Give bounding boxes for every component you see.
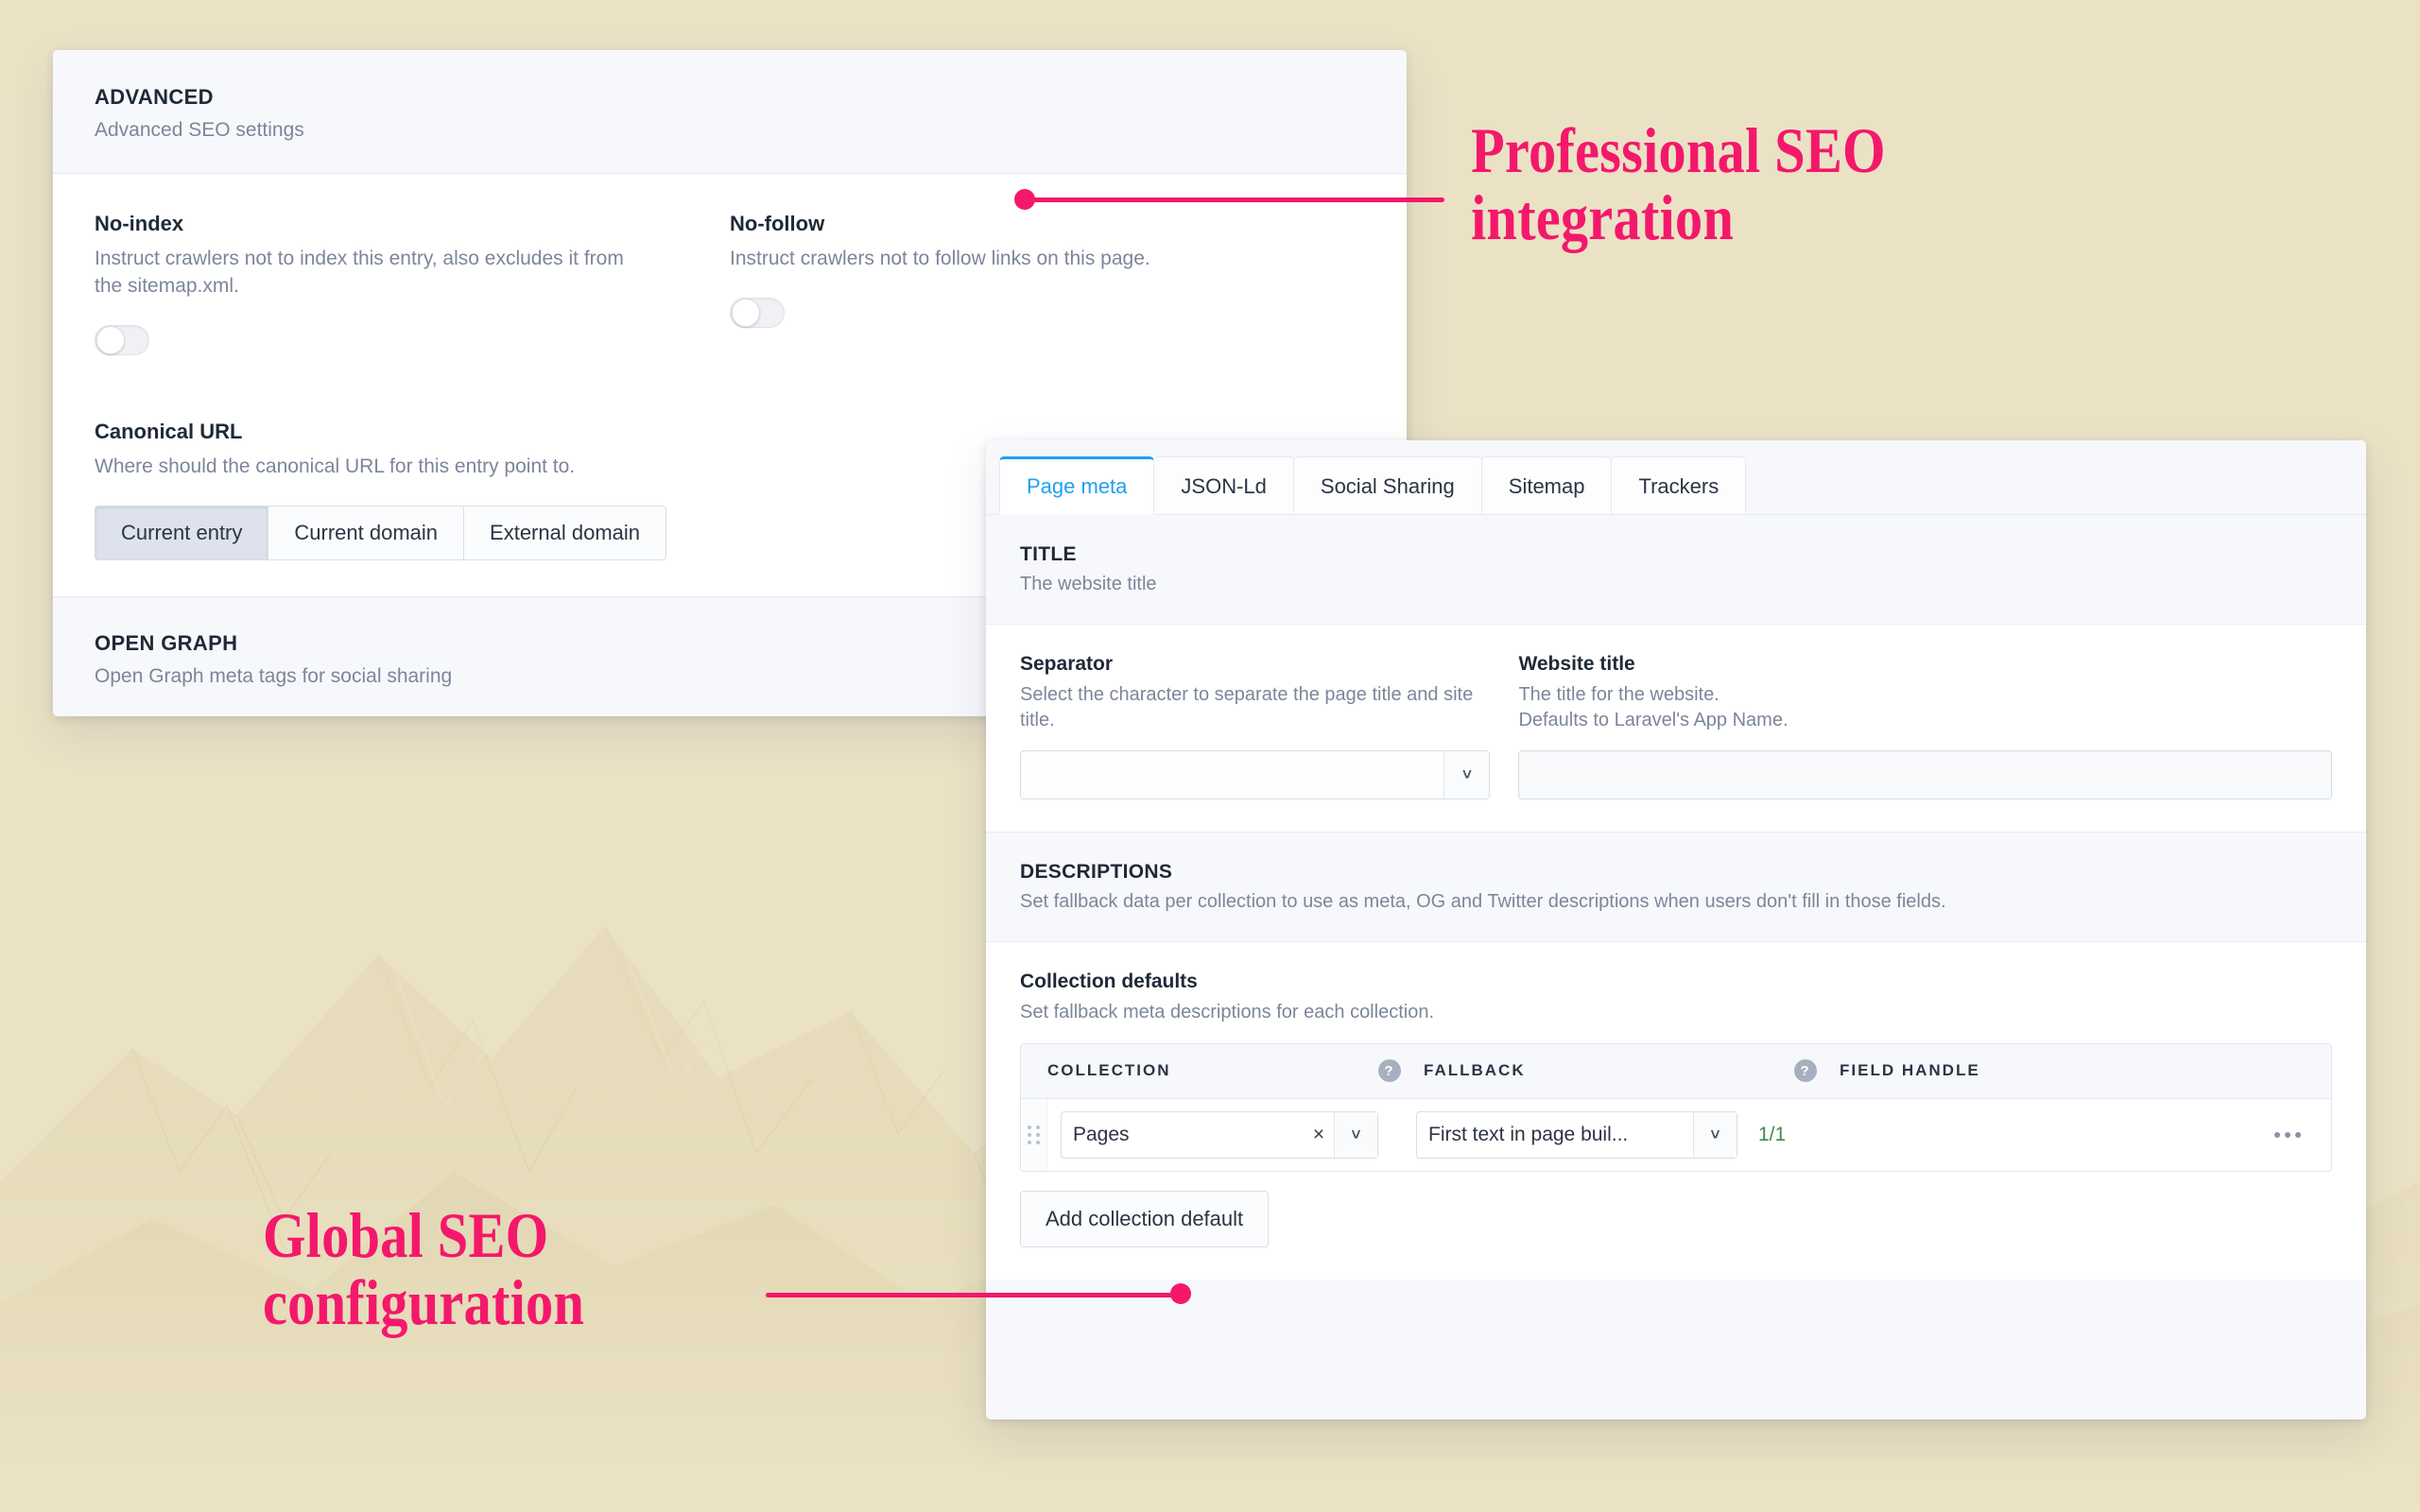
canonical-option-current-entry[interactable]: Current entry [95,506,268,560]
tab-page-meta[interactable]: Page meta [999,456,1154,515]
table-header-row: COLLECTION ? FALLBACK ? FIELD HANDLE [1021,1044,2331,1099]
title-section-heading: TITLE [1020,543,2332,566]
website-title-field: Website title The title for the website.… [1518,653,2332,799]
add-collection-default-button[interactable]: Add collection default [1020,1191,1269,1247]
chevron-down-icon: ˅ [1334,1112,1377,1158]
tab-bar: Page meta JSON-Ld Social Sharing Sitemap… [986,440,2366,514]
annotation-global-seo: Global SEO configuration [263,1202,584,1337]
tab-social-sharing[interactable]: Social Sharing [1293,456,1482,515]
fallback-value: First text in page buil... [1417,1112,1693,1158]
descriptions-section-header: DESCRIPTIONS Set fallback data per colle… [986,832,2366,942]
advanced-section-header: ADVANCED Advanced SEO settings [53,50,1407,174]
ellipsis-icon[interactable] [2265,1123,2310,1147]
collection-select[interactable]: Pages × ˅ [1061,1111,1378,1159]
tab-panel-page-meta: TITLE The website title Separator Select… [986,514,2366,1280]
tab-json-ld[interactable]: JSON-Ld [1153,456,1293,515]
separator-help: Select the character to separate the pag… [1020,682,1490,733]
collection-defaults-label: Collection defaults [1020,971,2332,993]
page-meta-card: Page meta JSON-Ld Social Sharing Sitemap… [986,440,2366,1419]
website-title-input[interactable] [1518,750,2332,799]
column-label-fallback: FALLBACK [1424,1061,1526,1080]
website-title-help: The title for the website. Defaults to L… [1518,682,2332,733]
column-header-fallback: ? FALLBACK [1378,1059,1794,1082]
annotation-leader-dot-1 [1014,189,1035,210]
no-index-help: Instruct crawlers not to index this entr… [95,246,624,301]
canonical-option-current-domain[interactable]: Current domain [268,506,463,560]
title-fields-body: Separator Select the character to separa… [986,625,2366,832]
no-follow-label: No-follow [730,212,1365,236]
separator-label: Separator [1020,653,1490,676]
separator-value [1021,751,1443,799]
no-follow-help: Instruct crawlers not to follow links on… [730,246,1259,273]
chevron-down-icon: ˅ [1693,1112,1737,1158]
column-header-field-handle: ? FIELD HANDLE [1794,1059,1980,1082]
canonical-option-external-domain[interactable]: External domain [463,506,666,560]
help-icon-field-handle[interactable]: ? [1794,1059,1817,1082]
descriptions-subheading: Set fallback data per collection to use … [1020,891,2332,913]
canonical-url-help: Where should the canonical URL for this … [95,454,945,481]
tab-sitemap[interactable]: Sitemap [1481,456,1613,515]
clear-icon[interactable]: × [1304,1112,1334,1158]
tab-trackers[interactable]: Trackers [1611,456,1746,515]
annotation-leader-dot-2 [1170,1283,1191,1304]
collection-defaults-body: Collection defaults Set fallback meta de… [986,942,2366,1279]
toggle-knob [732,299,760,327]
collection-defaults-help: Set fallback meta descriptions for each … [1020,1000,2332,1025]
no-index-label: No-index [95,212,730,236]
annotation-leader-line-2 [766,1293,1186,1297]
canonical-url-options: Current entry Current domain External do… [95,506,666,560]
descriptions-heading: DESCRIPTIONS [1020,861,2332,884]
advanced-section-subtitle: Advanced SEO settings [95,119,1365,142]
column-label-field-handle: FIELD HANDLE [1840,1061,1980,1080]
noindex-nofollow-row: No-index Instruct crawlers not to index … [95,212,1365,355]
help-icon-fallback[interactable]: ? [1378,1059,1401,1082]
table-row: Pages × ˅ First text in page buil... ˅ 1… [1021,1099,2331,1171]
fallback-select[interactable]: First text in page buil... ˅ [1416,1111,1737,1159]
advanced-section-title: ADVANCED [95,85,1365,110]
drag-handle-icon[interactable] [1021,1099,1047,1171]
column-label-collection: COLLECTION [1047,1061,1171,1080]
title-section-subheading: The website title [1020,574,2332,595]
annotation-professional-seo: Professional SEO integration [1471,117,1886,252]
annotation-leader-line-1 [1024,198,1444,202]
website-title-label: Website title [1518,653,2332,676]
no-index-toggle[interactable] [95,325,149,355]
title-section-header: TITLE The website title [986,515,2366,625]
toggle-knob [96,326,125,354]
field-count-badge: 1/1 [1758,1124,1786,1146]
separator-field: Separator Select the character to separa… [1020,653,1518,799]
chevron-down-icon: ˅ [1443,751,1489,799]
separator-select[interactable]: ˅ [1020,750,1490,799]
no-index-field: No-index Instruct crawlers not to index … [95,212,730,355]
collection-defaults-table: COLLECTION ? FALLBACK ? FIELD HANDLE [1020,1043,2332,1172]
collection-value: Pages [1062,1112,1304,1158]
column-header-collection: COLLECTION [1047,1061,1378,1080]
no-follow-field: No-follow Instruct crawlers not to follo… [730,212,1365,355]
no-follow-toggle[interactable] [730,298,785,328]
